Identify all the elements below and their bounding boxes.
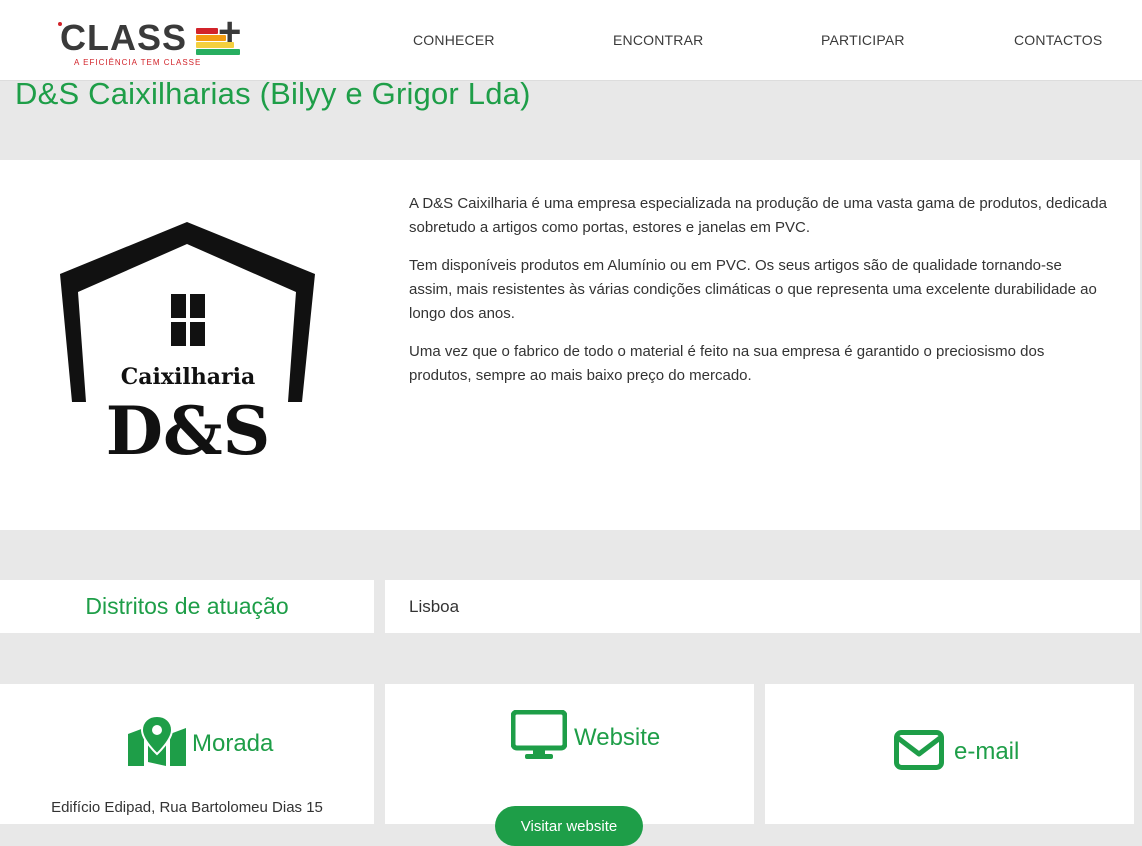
logo-tagline: A EFICIÊNCIA TEM CLASSE	[74, 58, 202, 67]
class-plus-logo[interactable]: CLASS + A EFICIÊNCIA TEM CLASSE	[58, 12, 248, 68]
address-text: Edifício Edipad, Rua Bartolomeu Dias 15	[51, 799, 323, 816]
brand-logo-line1: Caixilharia	[121, 364, 255, 390]
nav-participar[interactable]: PARTICIPAR	[821, 32, 905, 48]
website-title: Website	[574, 724, 661, 751]
logo-wordmark: CLASS	[60, 17, 188, 58]
site-header: CLASS + A EFICIÊNCIA TEM CLASSE CONHECER…	[0, 0, 1142, 81]
nav-contactos[interactable]: CONTACTOS	[1014, 32, 1102, 48]
address-title: Morada	[192, 730, 274, 757]
logo-plus: +	[218, 10, 242, 54]
logo-bar-red	[196, 28, 218, 34]
nav-encontrar[interactable]: ENCONTRAR	[613, 32, 703, 48]
about-paragraph: Uma vez que o fabrico de todo o material…	[409, 343, 1045, 384]
monitor-icon	[511, 710, 567, 759]
nav-conhecer[interactable]: CONHECER	[413, 32, 495, 48]
address-card: Morada Edifício Edipad, Rua Bartolomeu D…	[0, 684, 374, 824]
districts-label-box: Distritos de atuação	[0, 580, 374, 633]
districts-value: Lisboa	[409, 597, 460, 616]
brand-logo-line2: D&S	[106, 392, 270, 467]
about-paragraph: A D&S Caixilharia é uma empresa especial…	[409, 195, 1107, 236]
map-marker-icon	[128, 716, 186, 766]
email-card: e-mail	[765, 684, 1134, 824]
ds-caixilharia-logo: Caixilharia D&S	[60, 222, 315, 467]
districts-heading: Distritos de atuação	[85, 593, 289, 619]
page-title: D&S Caixilharias (Bilyy e Grigor Lda)	[15, 76, 531, 111]
about-paragraph: Tem disponíveis produtos em Alumínio ou …	[409, 257, 1097, 322]
about-description: A D&S Caixilharia é uma empresa especial…	[409, 192, 1109, 402]
envelope-icon	[894, 730, 944, 770]
website-card: Website Visitar website	[385, 684, 754, 846]
email-title: e-mail	[954, 738, 1020, 765]
visit-website-button[interactable]: Visitar website	[495, 806, 643, 846]
districts-value-box: Lisboa	[385, 580, 1140, 633]
